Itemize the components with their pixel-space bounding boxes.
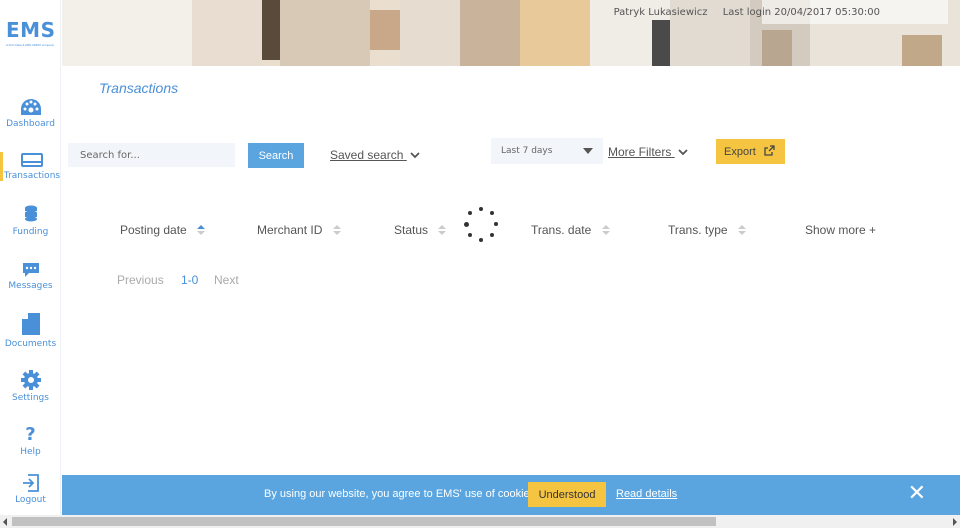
sidebar-item-settings[interactable]: Settings	[0, 370, 61, 403]
coins-icon	[24, 205, 37, 222]
sidebar-item-label: Funding	[12, 227, 49, 237]
chat-icon	[22, 263, 39, 277]
saved-search-dropdown[interactable]: Saved search	[330, 148, 420, 162]
sort-icon	[438, 224, 447, 235]
column-trans-date[interactable]: Trans. date	[531, 223, 610, 237]
close-icon[interactable]: ✕	[908, 483, 926, 505]
sidebar-item-dashboard[interactable]: Dashboard	[0, 98, 61, 129]
user-info: Patryk Lukasiewicz Last login 20/04/2017…	[602, 7, 880, 18]
caret-down-icon	[583, 148, 593, 154]
chevron-down-icon	[410, 152, 420, 159]
search-button[interactable]: Search	[248, 143, 304, 168]
pagination-next[interactable]: Next	[214, 273, 239, 287]
header-banner: Patryk Lukasiewicz Last login 20/04/2017…	[62, 0, 960, 66]
understood-button[interactable]: Understood	[528, 482, 606, 507]
column-merchant-id[interactable]: Merchant ID	[257, 223, 341, 237]
ems-logo[interactable]: EMS A First Data & ABN AMRO company	[6, 18, 56, 52]
logout-icon	[22, 474, 39, 492]
sort-icon	[737, 224, 746, 235]
sort-icon	[601, 224, 610, 235]
sidebar-item-documents[interactable]: Documents	[0, 312, 61, 349]
sidebar-item-logout[interactable]: Logout	[0, 474, 61, 505]
column-label: Status	[394, 223, 429, 237]
column-label: Posting date	[120, 223, 187, 237]
sort-icon	[332, 224, 341, 235]
logo-subtitle: A First Data & ABN AMRO company	[6, 43, 55, 47]
page-title: Transactions	[99, 80, 179, 96]
cookie-banner: By using our website, you agree to EMS' …	[62, 475, 960, 515]
sidebar-item-funding[interactable]: Funding	[0, 204, 61, 237]
column-posting-date[interactable]: Posting date	[120, 223, 206, 237]
sidebar-item-help[interactable]: ? Help	[0, 424, 61, 458]
horizontal-scrollbar[interactable]	[0, 515, 960, 528]
search-input[interactable]	[68, 143, 235, 167]
saved-search-label: Saved search	[330, 148, 404, 162]
more-filters-dropdown[interactable]: More Filters	[608, 145, 688, 159]
sidebar-item-label: Documents	[4, 339, 57, 349]
export-button[interactable]: Export	[716, 139, 785, 164]
column-trans-type[interactable]: Trans. type	[668, 223, 746, 237]
sidebar-item-transactions[interactable]: Transactions	[0, 152, 61, 181]
more-filters-label: More Filters	[608, 145, 672, 159]
user-name[interactable]: Patryk Lukasiewicz	[614, 7, 708, 18]
cookie-message: By using our website, you agree to EMS' …	[264, 488, 539, 500]
column-status[interactable]: Status	[394, 223, 447, 237]
column-label: Trans. date	[531, 223, 592, 237]
date-range-select[interactable]: Last 7 days	[491, 138, 603, 164]
sidebar-item-label: Logout	[15, 495, 46, 505]
show-more-columns[interactable]: Show more +	[805, 223, 876, 237]
last-login: Last login 20/04/2017 05:30:00	[722, 7, 880, 18]
scroll-left-icon[interactable]	[3, 518, 7, 526]
question-icon: ?	[25, 424, 36, 445]
logo-text: EMS	[6, 18, 56, 42]
card-icon	[21, 153, 43, 167]
column-label: Trans. type	[668, 223, 728, 237]
pagination-range: 1-0	[181, 273, 199, 287]
export-label: Export	[724, 146, 756, 158]
pagination-previous[interactable]: Previous	[117, 273, 164, 287]
sidebar: EMS A First Data & ABN AMRO company Dash…	[0, 0, 61, 515]
chevron-down-icon	[678, 149, 688, 156]
date-range-value: Last 7 days	[501, 146, 553, 156]
scroll-right-icon[interactable]	[953, 518, 957, 526]
sidebar-item-messages[interactable]: Messages	[0, 262, 61, 291]
sidebar-item-label: Help	[20, 447, 41, 457]
gear-icon	[20, 370, 41, 390]
loading-spinner-icon	[462, 206, 500, 244]
gauge-icon	[20, 99, 41, 115]
sidebar-item-label: Transactions	[3, 171, 61, 181]
read-details-link[interactable]: Read details	[616, 488, 677, 500]
sort-icon	[197, 224, 206, 235]
column-label: Merchant ID	[257, 223, 323, 237]
sidebar-item-label: Dashboard	[6, 119, 55, 129]
sidebar-item-label: Settings	[12, 393, 49, 403]
document-icon	[21, 313, 40, 335]
scrollbar-thumb[interactable]	[12, 517, 716, 526]
sidebar-item-label: Messages	[8, 281, 53, 291]
external-link-icon	[764, 145, 775, 156]
